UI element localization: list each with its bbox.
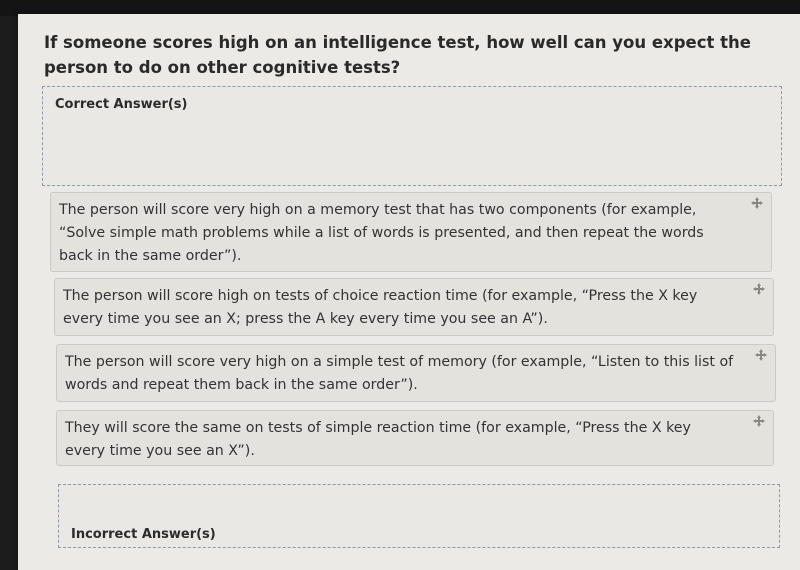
incorrect-answers-dropzone[interactable]: Incorrect Answer(s) — [58, 484, 780, 548]
move-icon[interactable] — [753, 283, 765, 295]
answer-card[interactable]: The person will score very high on a sim… — [56, 344, 776, 402]
answer-card-text: The person will score very high on a mem… — [59, 202, 704, 264]
answer-card-text: The person will score high on tests of c… — [63, 288, 698, 327]
correct-answers-dropzone[interactable]: Correct Answer(s) — [42, 86, 782, 186]
answer-card[interactable]: They will score the same on tests of sim… — [56, 410, 774, 466]
answer-card[interactable]: The person will score very high on a mem… — [50, 192, 772, 272]
answer-card-text: They will score the same on tests of sim… — [65, 420, 691, 459]
quiz-page: If someone scores high on an intelligenc… — [18, 14, 800, 570]
answer-card-text: The person will score very high on a sim… — [65, 354, 734, 393]
screen-frame: If someone scores high on an intelligenc… — [0, 0, 800, 570]
move-icon[interactable] — [751, 197, 763, 209]
incorrect-answers-label: Incorrect Answer(s) — [71, 527, 216, 542]
move-icon[interactable] — [755, 349, 767, 361]
question-text: If someone scores high on an intelligenc… — [44, 33, 751, 77]
move-icon[interactable] — [753, 415, 765, 427]
answer-card[interactable]: The person will score high on tests of c… — [54, 278, 774, 336]
correct-answers-label: Correct Answer(s) — [55, 97, 188, 112]
